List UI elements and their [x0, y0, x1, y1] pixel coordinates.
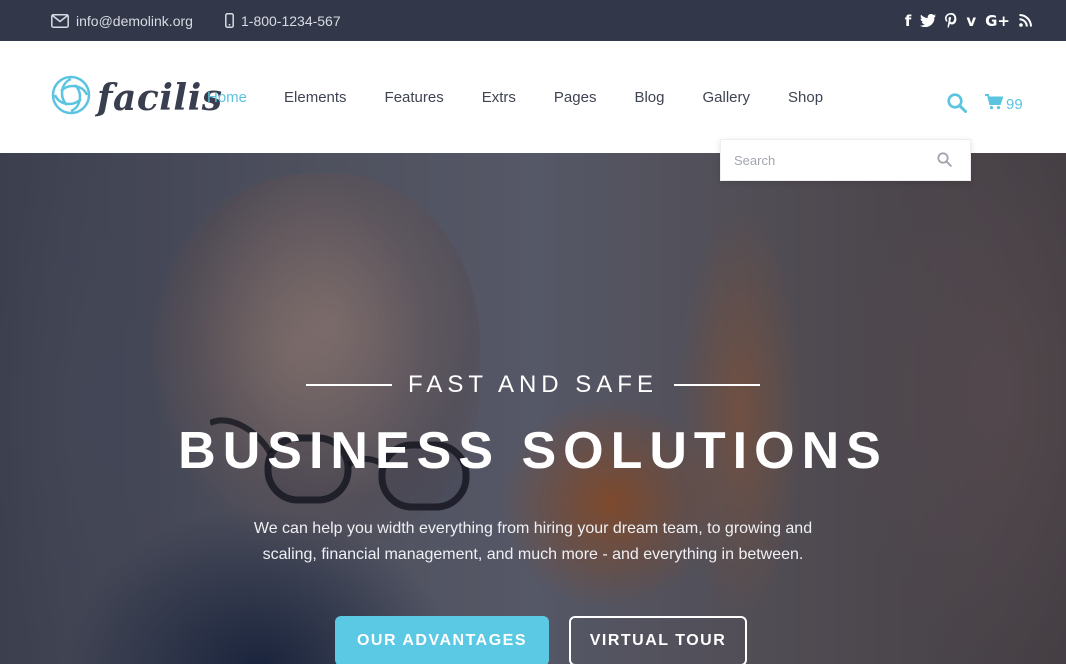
site-header: facilis Home Elements Features Extrs Pag… — [0, 41, 1066, 153]
facebook-icon[interactable]: f — [905, 12, 912, 30]
pinterest-icon[interactable] — [945, 13, 957, 28]
email-text: info@demolink.org — [76, 12, 193, 29]
nav-item-home[interactable]: Home — [207, 89, 247, 106]
shopping-cart-icon — [985, 94, 1004, 115]
cart-count: 99 — [1006, 96, 1023, 113]
contact-email[interactable]: info@demolink.org — [51, 0, 193, 41]
virtual-tour-button[interactable]: VIRTUAL TOUR — [569, 616, 747, 664]
hero-subtitle: FAST AND SAFE — [0, 371, 1066, 399]
nav-item-features[interactable]: Features — [385, 89, 444, 106]
logo[interactable]: facilis — [51, 75, 223, 120]
vimeo-icon[interactable]: v — [966, 12, 976, 30]
hero-overlay — [0, 153, 1066, 664]
logo-text: facilis — [97, 76, 223, 119]
subtitle-line-left — [306, 384, 393, 386]
hero-description: We can help you width everything from hi… — [253, 520, 813, 563]
nav-item-elements[interactable]: Elements — [284, 89, 347, 106]
mobile-phone-icon — [225, 13, 234, 28]
phone-text: 1-800-1234-567 — [241, 12, 341, 29]
search-submit-icon[interactable] — [937, 152, 952, 172]
contact-phone[interactable]: 1-800-1234-567 — [225, 0, 341, 41]
our-advantages-button[interactable]: OUR ADVANTAGES — [335, 616, 549, 664]
nav-item-extrs[interactable]: Extrs — [482, 89, 516, 106]
search-toggle-icon[interactable] — [947, 93, 967, 118]
nav-item-shop[interactable]: Shop — [788, 89, 823, 106]
hero-subtitle-text: FAST AND SAFE — [408, 371, 658, 398]
twitter-icon[interactable] — [920, 14, 937, 27]
search-dropdown — [720, 139, 971, 181]
rss-icon[interactable] — [1019, 14, 1032, 27]
search-input[interactable] — [721, 140, 931, 180]
top-bar: info@demolink.org 1-800-1234-567 f v G+ — [0, 0, 1066, 41]
logo-swirl-icon — [51, 75, 91, 120]
hero-section: FAST AND SAFE BUSINESS SOLUTIONS We can … — [0, 153, 1066, 664]
nav-item-blog[interactable]: Blog — [634, 89, 664, 106]
nav-item-gallery[interactable]: Gallery — [703, 89, 751, 106]
envelope-icon — [51, 13, 69, 28]
google-plus-icon[interactable]: G+ — [985, 12, 1010, 30]
nav-item-pages[interactable]: Pages — [554, 89, 597, 106]
social-links: f v G+ — [905, 0, 1032, 41]
subtitle-line-right — [673, 384, 760, 386]
hero-title: BUSINESS SOLUTIONS — [178, 422, 888, 480]
main-nav: Home Elements Features Extrs Pages Blog … — [207, 41, 823, 153]
cart-button[interactable]: 99 — [985, 94, 1023, 115]
